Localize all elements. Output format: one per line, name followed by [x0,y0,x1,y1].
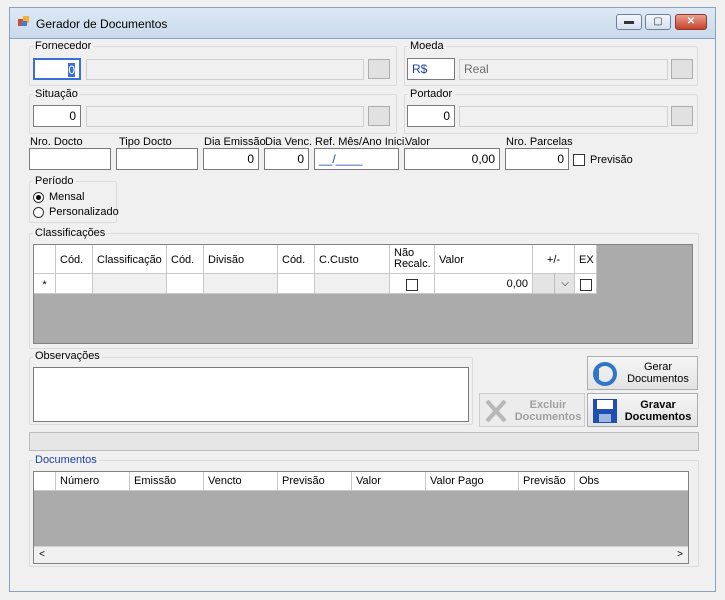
doc-col-header[interactable]: Valor Pago [426,472,519,491]
doc-col-header[interactable]: Previsão [278,472,352,491]
situacao-code-input[interactable]: 0 [33,105,81,127]
grid-cell[interactable] [315,274,390,294]
situacao-name-field [86,106,364,127]
doc-col-header[interactable]: Emissão [130,472,204,491]
nro-docto-label: Nro. Docto [30,136,83,148]
fornecedor-label: Fornecedor [33,40,94,52]
previsao-checkbox[interactable] [573,154,585,166]
gerar-documentos-button[interactable]: Gerar Documentos [587,356,698,390]
moeda-search-button[interactable] [671,59,693,79]
grid-cell[interactable] [56,274,93,294]
excluir-label: Excluir Documentos [514,399,582,423]
observacoes-label: Observações [33,350,102,362]
documentos-label: Documentos [33,454,99,466]
valor-cell[interactable]: 0,00 [435,274,533,294]
chevron-down-icon[interactable]: ⌵ [554,274,575,294]
maximize-icon: ▢ [653,16,663,27]
excluir-documentos-button[interactable]: Excluir Documentos [479,393,585,427]
app-icon [18,15,30,27]
doc-col-header[interactable]: Obs [575,472,688,491]
personalizado-radio[interactable] [33,207,44,218]
dia-emissao-label: Dia Emissão [204,136,266,148]
previsao-label: Previsão [590,154,633,166]
nao-recalc-checkbox[interactable] [406,279,418,291]
moeda-label: Moeda [408,40,446,52]
close-icon: ✕ [686,16,696,27]
dia-emissao-input[interactable]: 0 [203,148,259,170]
classificacoes-label: Classificações [33,227,108,239]
gerar-label: Gerar Documentos [627,361,689,385]
personalizado-label: Personalizado [49,206,119,218]
col-header[interactable]: +/- [533,245,575,274]
col-header[interactable]: Valor [435,245,533,274]
tipo-docto-label: Tipo Docto [119,136,172,148]
portador-code-input[interactable]: 0 [407,105,455,127]
observacoes-textarea[interactable] [33,367,469,422]
progress-bar [29,432,699,451]
refresh-icon [593,362,617,386]
new-row-marker: * [34,274,56,294]
grid-cell[interactable] [167,274,204,294]
valor-label: Valor [405,136,430,148]
col-header[interactable]: Divisão [204,245,278,274]
horizontal-scrollbar[interactable] [34,546,688,563]
situacao-label: Situação [33,88,80,100]
grid-cell[interactable] [278,274,315,294]
col-header[interactable]: Não Recalc. [390,245,435,274]
minimize-icon: ▬ [624,16,634,27]
fornecedor-code-input[interactable]: 0 [33,58,81,80]
ref-input[interactable]: __/____ [314,148,399,170]
valor-input[interactable]: 0,00 [404,148,500,170]
nro-parcelas-label: Nro. Parcelas [506,136,573,148]
dia-venc-input[interactable]: 0 [264,148,309,170]
grid-row-header-corner [34,472,56,491]
tipo-docto-input[interactable] [116,148,198,170]
nro-parcelas-input[interactable]: 0 [505,148,569,170]
save-icon [593,399,617,423]
delete-x-icon [485,399,507,423]
close-button[interactable]: ✕ [675,14,707,30]
window-title: Gerador de Documentos [36,17,168,31]
doc-col-header[interactable]: Número [56,472,130,491]
col-header[interactable]: Cód. [167,245,204,274]
gravar-label: Gravar Documentos [624,399,692,423]
col-header[interactable]: Cód. [278,245,315,274]
periodo-label: Período [33,175,76,187]
scroll-left-icon[interactable]: < [36,548,48,561]
maximize-button[interactable]: ▢ [645,14,671,30]
moeda-code-input[interactable]: R$ [407,58,455,80]
fornecedor-search-button[interactable] [368,59,390,79]
grid-cell[interactable] [93,274,167,294]
col-header[interactable]: C.Custo [315,245,390,274]
portador-label: Portador [408,88,455,100]
nro-docto-input[interactable] [29,148,111,170]
grid-cell[interactable] [204,274,278,294]
col-header[interactable]: Classificação [93,245,167,274]
mensal-label: Mensal [49,191,85,203]
grid-row-header-corner [34,245,56,274]
minimize-button[interactable]: ▬ [616,14,642,30]
ex-checkbox[interactable] [580,279,592,291]
col-header[interactable]: Cód. [56,245,93,274]
doc-col-header[interactable]: Previsão [519,472,575,491]
situacao-search-button[interactable] [368,106,390,126]
dia-venc-label: Dia Venc. [265,136,313,148]
scroll-right-icon[interactable]: > [674,548,686,561]
fornecedor-name-field [86,59,364,80]
portador-search-button[interactable] [671,106,693,126]
doc-col-header[interactable]: Vencto [204,472,278,491]
portador-name-field [459,106,668,127]
ref-label: Ref. Mês/Ano Inici. [315,136,408,148]
mensal-radio[interactable] [33,192,44,203]
doc-col-header[interactable]: Valor [352,472,426,491]
col-header[interactable]: EX [575,245,597,274]
gravar-documentos-button[interactable]: Gravar Documentos [587,393,698,427]
moeda-name-field: Real [459,59,668,80]
